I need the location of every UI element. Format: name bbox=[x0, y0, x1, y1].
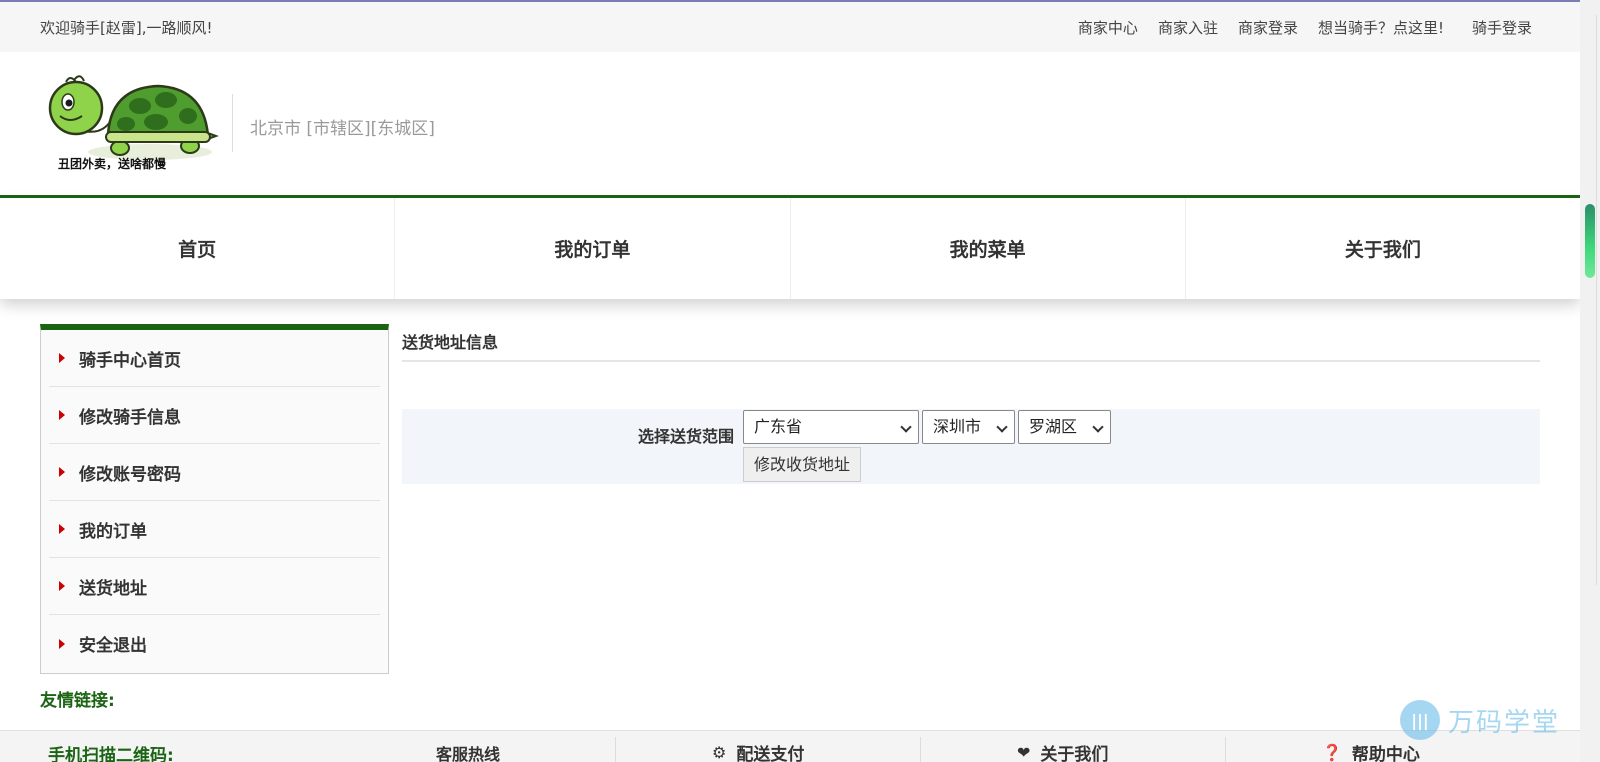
page-title: 送货地址信息 bbox=[402, 324, 1540, 362]
sidebar-item-edit-rider-info[interactable]: 修改骑手信息 bbox=[49, 387, 380, 444]
sidebar-item-label: 骑手中心首页 bbox=[79, 350, 181, 371]
update-address-button[interactable]: 修改收货地址 bbox=[743, 447, 862, 482]
watermark-logo-icon: ||| bbox=[1400, 700, 1440, 740]
sidebar-item-label: 我的订单 bbox=[79, 521, 147, 542]
footer-col-label: 帮助中心 bbox=[1351, 744, 1420, 762]
footer: 手机扫描二维码: 客服热线 ⚙ 配送支付 ❤ 关于我们 ❓ 帮助中心 bbox=[0, 730, 1580, 762]
sidebar-item-label: 修改账号密码 bbox=[79, 464, 181, 485]
vertical-scrollbar[interactable] bbox=[1580, 0, 1600, 762]
main-content: 送货地址信息 选择送货范围 广东省 深圳市 罗湖区 修改收货地址 bbox=[402, 324, 1540, 484]
chevron-down-icon bbox=[1092, 421, 1104, 433]
sidebar-item-label: 送货地址 bbox=[79, 578, 147, 599]
hotline-label: 客服热线 bbox=[436, 745, 501, 762]
merchant-center-link[interactable]: 商家中心 bbox=[1078, 17, 1138, 38]
become-rider-link[interactable]: 想当骑手？点这里! bbox=[1318, 17, 1444, 38]
rider-login-link[interactable]: 骑手登录 bbox=[1472, 17, 1532, 38]
site-logo[interactable]: 丑团外卖，送啥都慢 bbox=[40, 66, 220, 180]
nav-my-menu[interactable]: 我的菜单 bbox=[789, 198, 1185, 299]
nav-my-orders[interactable]: 我的订单 bbox=[394, 198, 789, 299]
triangle-right-icon bbox=[59, 353, 65, 363]
header-divider bbox=[232, 94, 233, 152]
province-value: 广东省 bbox=[754, 417, 803, 436]
footer-col-label: 配送支付 bbox=[736, 744, 805, 762]
city-value: 深圳市 bbox=[933, 417, 982, 436]
watermark-text: 万码学堂 bbox=[1448, 707, 1561, 738]
city-select[interactable]: 深圳市 bbox=[922, 410, 1015, 444]
nav-about-us[interactable]: 关于我们 bbox=[1184, 198, 1580, 299]
sidebar-item-label: 安全退出 bbox=[79, 636, 147, 656]
sidebar-item-change-password[interactable]: 修改账号密码 bbox=[49, 444, 380, 501]
province-select[interactable]: 广东省 bbox=[743, 410, 919, 444]
welcome-text: 欢迎骑手[赵雷],一路顺风! bbox=[40, 19, 213, 37]
triangle-right-icon bbox=[59, 410, 65, 420]
scrollbar-track bbox=[1583, 15, 1597, 585]
help-icon: ❓ bbox=[1322, 742, 1342, 762]
rider-sidebar: 骑手中心首页 修改骑手信息 修改账号密码 我的订单 送货地址 安全退出 bbox=[40, 324, 389, 674]
triangle-right-icon bbox=[59, 467, 65, 477]
top-bar: 欢迎骑手[赵雷],一路顺风! 商家中心 商家入驻 商家登录 想当骑手？点这里! … bbox=[0, 2, 1580, 52]
district-select[interactable]: 罗湖区 bbox=[1018, 410, 1111, 444]
scrollbar-thumb[interactable] bbox=[1585, 204, 1595, 278]
nav-home[interactable]: 首页 bbox=[0, 198, 394, 299]
triangle-right-icon bbox=[59, 581, 65, 591]
footer-help-center[interactable]: ❓ 帮助中心 bbox=[1225, 737, 1530, 762]
district-value: 罗湖区 bbox=[1029, 417, 1078, 436]
top-links: 商家中心 商家入驻 商家登录 想当骑手？点这里! 骑手登录 bbox=[1058, 17, 1532, 38]
header: 丑团外卖，送啥都慢 北京市 [市辖区][东城区] bbox=[0, 52, 1580, 195]
logo-slogan: 丑团外卖，送啥都慢 bbox=[58, 156, 167, 171]
sidebar-item-rider-home[interactable]: 骑手中心首页 bbox=[49, 330, 380, 387]
sidebar-item-my-orders[interactable]: 我的订单 bbox=[49, 501, 380, 558]
sidebar-item-logout[interactable]: 安全退出 bbox=[49, 615, 380, 672]
sidebar-item-delivery-address[interactable]: 送货地址 bbox=[49, 558, 380, 615]
merchant-login-link[interactable]: 商家登录 bbox=[1238, 17, 1298, 38]
chevron-down-icon bbox=[996, 421, 1008, 433]
heart-icon: ❤ bbox=[1017, 742, 1031, 762]
merchant-join-link[interactable]: 商家入驻 bbox=[1158, 17, 1218, 38]
footer-about-us[interactable]: ❤ 关于我们 bbox=[920, 737, 1225, 762]
sidebar-item-label: 修改骑手信息 bbox=[79, 407, 181, 428]
qr-label: 手机扫描二维码: bbox=[48, 746, 174, 762]
footer-col-label: 关于我们 bbox=[1040, 744, 1109, 762]
main-nav: 首页 我的订单 我的菜单 关于我们 bbox=[0, 198, 1580, 299]
footer-delivery-payment[interactable]: ⚙ 配送支付 bbox=[615, 737, 920, 762]
chevron-down-icon bbox=[900, 421, 912, 433]
delivery-range-form: 选择送货范围 广东省 深圳市 罗湖区 修改收货地址 bbox=[402, 409, 1540, 484]
turtle-logo-icon: 丑团外卖，送啥都慢 bbox=[40, 66, 220, 180]
friend-links-label: 友情链接: bbox=[40, 691, 115, 711]
triangle-right-icon bbox=[59, 524, 65, 534]
current-city[interactable]: 北京市 [市辖区][东城区] bbox=[250, 114, 435, 139]
watermark: ||| 万码学堂 bbox=[1400, 700, 1560, 740]
bike-icon: ⚙ bbox=[712, 742, 727, 762]
range-label: 选择送货范围 bbox=[638, 427, 735, 446]
triangle-right-icon bbox=[59, 638, 65, 649]
